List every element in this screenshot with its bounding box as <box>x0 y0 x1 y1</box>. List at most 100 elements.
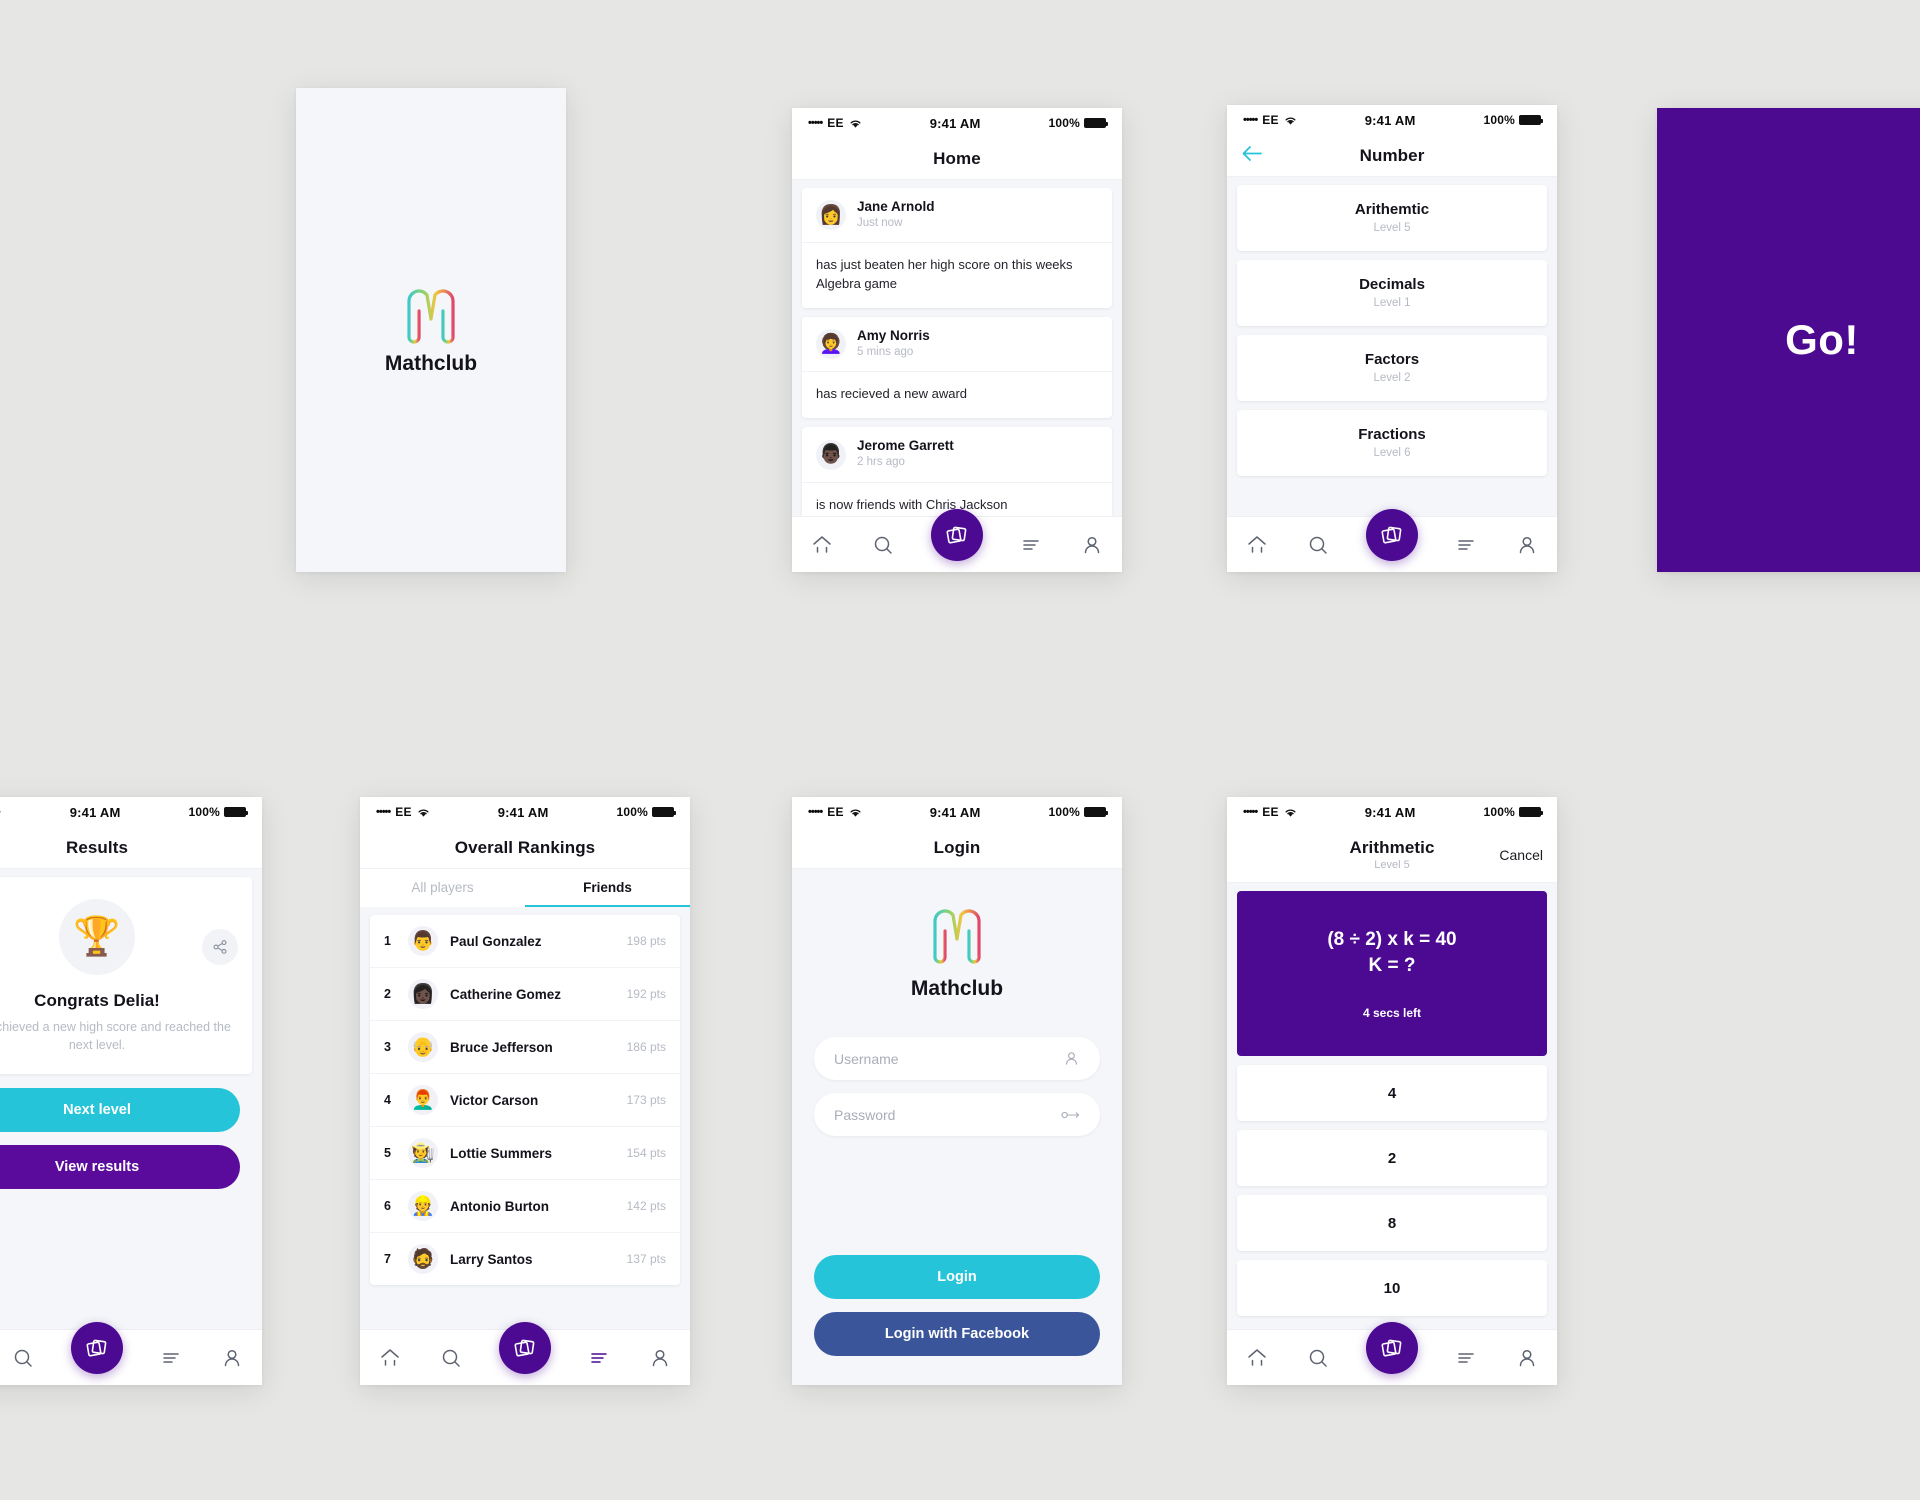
player-points: 173 pts <box>626 1093 666 1107</box>
profile-icon[interactable] <box>1079 532 1105 558</box>
bottom-tabbar <box>0 1321 262 1385</box>
tab-friends[interactable]: Friends <box>525 869 690 907</box>
mathclub-logo-icon <box>933 909 981 964</box>
play-fab-button[interactable] <box>930 508 983 561</box>
topic-list: Arithemtic Level 5 Decimals Level 1 Fact… <box>1227 177 1557 493</box>
wifi-icon <box>850 120 861 128</box>
avatar: 👨🏿 <box>816 439 846 470</box>
status-bar: ••••• EE 9:41 AM 100% <box>792 797 1122 827</box>
feed-time: 2 hrs ago <box>857 456 905 469</box>
mockup-canvas: Mathclub ••••• EE 9:41 AM 100% Home 👩 Ja… <box>0 0 1920 1500</box>
tab-all-players[interactable]: All players <box>360 869 525 907</box>
wifi-icon <box>0 810 1 812</box>
back-arrow-icon[interactable] <box>1241 144 1263 167</box>
view-results-button[interactable]: View results <box>0 1145 240 1190</box>
password-field[interactable]: Password <box>814 1093 1100 1136</box>
table-row[interactable]: 6 👷 Antonio Burton 142 pts <box>370 1180 680 1233</box>
username-field[interactable]: Username <box>814 1037 1100 1080</box>
avatar: 👷 <box>408 1191 438 1221</box>
carrier-label: EE <box>827 805 844 819</box>
home-icon[interactable] <box>1244 532 1270 558</box>
play-fab-button[interactable] <box>70 1321 123 1374</box>
search-icon[interactable] <box>1305 1345 1331 1371</box>
topic-level: Level 2 <box>1373 372 1411 384</box>
profile-icon[interactable] <box>647 1345 673 1371</box>
trophy-icon: 🏆 <box>59 899 135 975</box>
search-icon[interactable] <box>438 1345 464 1371</box>
feed-time: Just now <box>857 216 903 229</box>
feed-message: has recieved a new award <box>802 371 1112 418</box>
player-name: Lottie Summers <box>450 1145 553 1161</box>
brand-title: Mathclub <box>910 977 1004 1000</box>
home-icon[interactable] <box>377 1345 403 1371</box>
answer-option[interactable]: 10 <box>1237 1260 1547 1316</box>
avatar: 👨‍🦰 <box>408 1085 438 1115</box>
play-fab-button[interactable] <box>1365 508 1418 561</box>
battery-icon <box>1084 118 1108 128</box>
table-row[interactable]: 1 👨 Paul Gonzalez 198 pts <box>370 915 680 968</box>
home-icon[interactable] <box>1244 1345 1270 1371</box>
table-row[interactable]: 2 👩🏿 Catherine Gomez 192 pts <box>370 968 680 1021</box>
battery-percent: 100% <box>188 805 220 819</box>
profile-icon[interactable] <box>1514 532 1540 558</box>
search-icon[interactable] <box>870 532 896 558</box>
list-icon[interactable] <box>586 1345 612 1371</box>
cards-icon <box>1381 526 1402 544</box>
login-button[interactable]: Login <box>814 1255 1100 1299</box>
table-row[interactable]: 7 🧔 Larry Santos 137 pts <box>370 1233 680 1285</box>
table-row[interactable]: 5 🧑‍🌾 Lottie Summers 154 pts <box>370 1127 680 1180</box>
topic-card[interactable]: Arithemtic Level 5 <box>1237 185 1547 251</box>
screen-quiz: ••••• EE 9:41 AM 100% Arithmetic Level 5… <box>1227 797 1557 1385</box>
topic-level: Level 1 <box>1373 297 1411 309</box>
feed-author: Jerome Garrett <box>857 438 954 454</box>
list-icon[interactable] <box>1453 532 1479 558</box>
topic-card[interactable]: Decimals Level 1 <box>1237 260 1547 326</box>
page-title: Login <box>933 837 981 857</box>
list-icon[interactable] <box>158 1345 184 1371</box>
share-button[interactable] <box>202 929 238 965</box>
list-icon[interactable] <box>1453 1345 1479 1371</box>
cancel-button[interactable]: Cancel <box>1499 847 1543 863</box>
profile-icon[interactable] <box>219 1345 245 1371</box>
answer-option[interactable]: 8 <box>1237 1195 1547 1251</box>
battery-percent: 100% <box>616 805 648 819</box>
results-card: ts 🏆 Congrats Delia! u've achieved a new… <box>0 877 252 1075</box>
feed-card[interactable]: 👩 Jane Arnold Just now has just beaten h… <box>802 188 1112 309</box>
feed-card[interactable]: 👩‍🦱 Amy Norris 5 mins ago has recieved a… <box>802 317 1112 419</box>
search-icon[interactable] <box>10 1345 36 1371</box>
status-time: 9:41 AM <box>69 804 121 820</box>
rank-number: 7 <box>384 1252 391 1266</box>
battery-icon <box>1519 807 1543 817</box>
table-row[interactable]: 4 👨‍🦰 Victor Carson 173 pts <box>370 1074 680 1127</box>
login-facebook-button[interactable]: Login with Facebook <box>814 1312 1100 1356</box>
search-icon[interactable] <box>1305 532 1331 558</box>
player-name: Victor Carson <box>450 1092 539 1108</box>
bottom-tabbar <box>360 1321 690 1385</box>
topic-title: Factors <box>1364 351 1420 368</box>
mathclub-logo-icon <box>407 288 455 344</box>
table-row[interactable]: 3 👴 Bruce Jefferson 186 pts <box>370 1021 680 1074</box>
player-points: 198 pts <box>626 934 666 948</box>
home-icon[interactable] <box>809 532 835 558</box>
next-level-button[interactable]: Next level <box>0 1088 240 1133</box>
cards-icon <box>514 1339 535 1357</box>
topic-card[interactable]: Factors Level 2 <box>1237 335 1547 401</box>
topic-level: Level 5 <box>1373 222 1411 234</box>
list-icon[interactable] <box>1018 532 1044 558</box>
status-time: 9:41 AM <box>929 804 981 820</box>
answer-option[interactable]: 4 <box>1237 1065 1547 1121</box>
player-points: 154 pts <box>626 1146 666 1160</box>
status-time: 9:41 AM <box>497 804 549 820</box>
play-fab-button[interactable] <box>498 1321 551 1374</box>
go-content: Go! <box>1657 108 1920 572</box>
answer-option[interactable]: 2 <box>1237 1130 1547 1186</box>
player-name: Larry Santos <box>450 1251 533 1267</box>
page-title: Home <box>933 148 981 168</box>
play-fab-button[interactable] <box>1365 1321 1418 1374</box>
profile-icon[interactable] <box>1514 1345 1540 1371</box>
person-icon <box>1065 1052 1078 1065</box>
topic-level: Level 6 <box>1373 447 1411 459</box>
carrier-label: EE <box>827 116 844 130</box>
topic-card[interactable]: Fractions Level 6 <box>1237 410 1547 476</box>
player-points: 186 pts <box>626 1040 666 1054</box>
